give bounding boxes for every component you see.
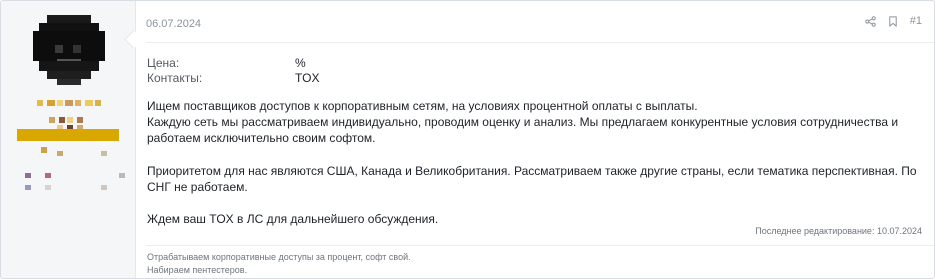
field-contacts-label: Контакты:: [147, 71, 203, 85]
signature-line-2: Набираем пентестеров.: [147, 265, 248, 275]
body-line-1: Ищем поставщиков доступов к корпоративны…: [147, 99, 698, 113]
post-body: Ищем поставщиков доступов к корпоративны…: [147, 98, 927, 227]
user-banner: [17, 129, 119, 141]
field-contacts-value: TOX: [295, 71, 320, 85]
signature-divider: [146, 245, 934, 246]
user-info-panel: [1, 1, 136, 278]
share-icon[interactable]: [864, 15, 876, 27]
post-main: 06.07.2024 #1 Цена: % Контакты: TOX Ищем…: [136, 1, 934, 278]
header-divider: [146, 42, 934, 43]
avatar[interactable]: [33, 15, 105, 85]
post-number[interactable]: #1: [910, 15, 922, 27]
field-price-label: Цена:: [147, 56, 180, 70]
body-paragraph-3: Ждем ваш TOX в ЛС для дальнейшего обсужд…: [147, 212, 439, 227]
body-paragraph-1: Каждую сеть мы рассматриваем индивидуаль…: [147, 115, 899, 146]
post-date[interactable]: 06.07.2024: [146, 18, 201, 30]
forum-post: 06.07.2024 #1 Цена: % Контакты: TOX Ищем…: [0, 0, 935, 279]
signature: Отрабатываем корпоративные доступы за пр…: [147, 251, 411, 277]
last-edited: Последнее редактирование: 10.07.2024: [755, 226, 922, 236]
body-paragraph-2: Приоритетом для нас являются США, Канада…: [147, 163, 917, 194]
signature-line-1: Отрабатываем корпоративные доступы за пр…: [147, 252, 411, 262]
field-price-value: %: [295, 56, 306, 70]
bookmark-icon[interactable]: [888, 15, 898, 27]
post-actions: #1: [864, 15, 922, 27]
